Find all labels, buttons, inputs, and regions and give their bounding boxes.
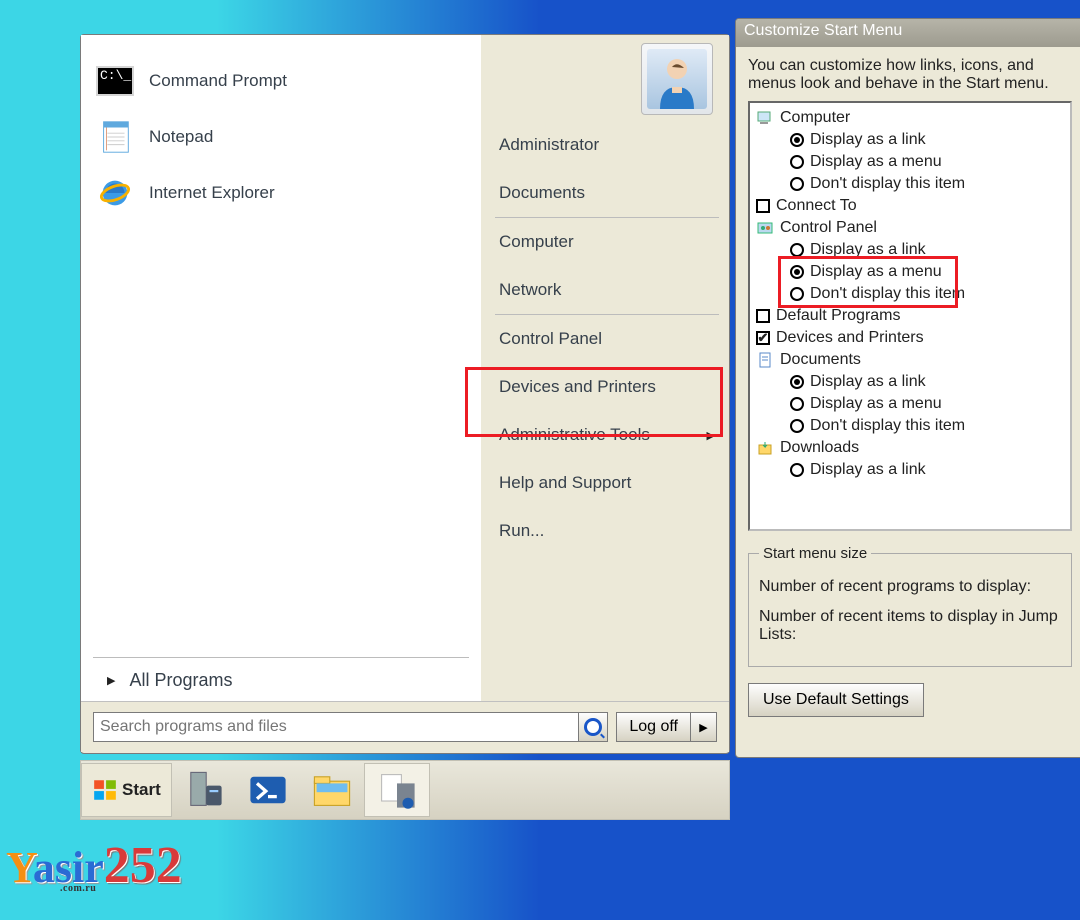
powershell-icon bbox=[246, 770, 290, 810]
right-item-documents[interactable]: Documents bbox=[495, 169, 719, 217]
right-item-devices-printers[interactable]: Devices and Printers bbox=[495, 363, 719, 411]
taskbar-server-manager[interactable] bbox=[172, 763, 236, 817]
right-item-network[interactable]: Network bbox=[495, 266, 719, 314]
radio-dl-link[interactable]: Display as a link bbox=[754, 459, 1066, 481]
start-button[interactable]: Start bbox=[81, 763, 172, 817]
check-connect-to[interactable]: Connect To bbox=[754, 195, 1066, 217]
sms-recent-programs: Number of recent programs to display: bbox=[759, 572, 1061, 602]
radio-computer-menu[interactable]: Display as a menu bbox=[754, 151, 1066, 173]
start-menu-left: C:\_ Command Prompt Notepad Internet Exp… bbox=[81, 35, 481, 701]
ie-icon bbox=[95, 173, 135, 213]
computer-icon bbox=[756, 109, 774, 127]
right-item-help[interactable]: Help and Support bbox=[495, 459, 719, 507]
right-item-administrator[interactable]: Administrator bbox=[495, 121, 719, 169]
sms-recent-items: Number of recent items to display in Jum… bbox=[759, 602, 1061, 650]
logoff-dropdown[interactable]: ▶ bbox=[691, 712, 717, 742]
taskbar-powershell[interactable] bbox=[236, 763, 300, 817]
watermark: Yasir252 .com.ru bbox=[6, 836, 182, 894]
customize-dialog: Customize Start Menu You can customize h… bbox=[735, 18, 1080, 758]
tree-computer: Computer bbox=[754, 107, 1066, 129]
search-input[interactable] bbox=[93, 712, 579, 742]
tree-downloads: Downloads bbox=[754, 437, 1066, 459]
right-item-control-panel[interactable]: Control Panel bbox=[495, 315, 719, 363]
search-icon bbox=[584, 718, 602, 736]
control-panel-icon bbox=[756, 219, 774, 237]
taskbar: Start bbox=[80, 760, 730, 820]
radio-doc-none[interactable]: Don't display this item bbox=[754, 415, 1066, 437]
right-item-run[interactable]: Run... bbox=[495, 507, 719, 555]
right-item-computer[interactable]: Computer bbox=[495, 218, 719, 266]
downloads-icon bbox=[756, 439, 774, 457]
tree-documents: Documents bbox=[754, 349, 1066, 371]
start-menu-size-group: Start menu size Number of recent program… bbox=[748, 545, 1072, 667]
server-manager-icon bbox=[182, 770, 226, 810]
notepad-icon bbox=[95, 117, 135, 157]
all-programs[interactable]: ▶ All Programs bbox=[93, 664, 469, 697]
app-notepad[interactable]: Notepad bbox=[93, 109, 469, 165]
right-item-admin-tools[interactable]: Administrative Tools▶ bbox=[495, 411, 719, 459]
explorer-icon bbox=[310, 770, 354, 810]
app-icon bbox=[375, 770, 419, 810]
start-menu-right: Administrator Documents Computer Network… bbox=[481, 35, 729, 701]
command-prompt-icon: C:\_ bbox=[95, 61, 135, 101]
documents-icon bbox=[756, 351, 774, 369]
radio-cp-menu[interactable]: Display as a menu bbox=[754, 261, 1066, 283]
radio-cp-none[interactable]: Don't display this item bbox=[754, 283, 1066, 305]
check-devices-printers[interactable]: ✔Devices and Printers bbox=[754, 327, 1066, 349]
app-label: Internet Explorer bbox=[149, 183, 275, 203]
arrow-right-icon: ▶ bbox=[707, 429, 715, 442]
radio-cp-link[interactable]: Display as a link bbox=[754, 239, 1066, 261]
start-menu: C:\_ Command Prompt Notepad Internet Exp… bbox=[80, 34, 730, 754]
taskbar-app[interactable] bbox=[364, 763, 430, 817]
radio-computer-link[interactable]: Display as a link bbox=[754, 129, 1066, 151]
taskbar-explorer[interactable] bbox=[300, 763, 364, 817]
all-programs-label: All Programs bbox=[129, 670, 232, 691]
start-label: Start bbox=[122, 780, 161, 800]
logoff-button[interactable]: Log off bbox=[616, 712, 691, 742]
tree-control-panel: Control Panel bbox=[754, 217, 1066, 239]
dialog-titlebar: Customize Start Menu bbox=[736, 19, 1080, 47]
sms-legend: Start menu size bbox=[759, 545, 871, 562]
app-label: Notepad bbox=[149, 127, 213, 147]
use-default-settings-button[interactable]: Use Default Settings bbox=[748, 683, 924, 717]
radio-doc-menu[interactable]: Display as a menu bbox=[754, 393, 1066, 415]
search-button[interactable] bbox=[578, 712, 608, 742]
dialog-description: You can customize how links, icons, and … bbox=[748, 57, 1072, 93]
radio-computer-none[interactable]: Don't display this item bbox=[754, 173, 1066, 195]
options-tree[interactable]: Computer Display as a link Display as a … bbox=[748, 101, 1072, 531]
app-internet-explorer[interactable]: Internet Explorer bbox=[93, 165, 469, 221]
app-command-prompt[interactable]: C:\_ Command Prompt bbox=[93, 53, 469, 109]
radio-doc-link[interactable]: Display as a link bbox=[754, 371, 1066, 393]
check-default-programs[interactable]: Default Programs bbox=[754, 305, 1066, 327]
user-avatar[interactable] bbox=[641, 43, 713, 115]
arrow-right-icon: ▶ bbox=[107, 674, 115, 687]
windows-logo-icon bbox=[92, 777, 118, 803]
start-menu-bottom: Log off ▶ bbox=[81, 701, 729, 752]
app-label: Command Prompt bbox=[149, 71, 287, 91]
